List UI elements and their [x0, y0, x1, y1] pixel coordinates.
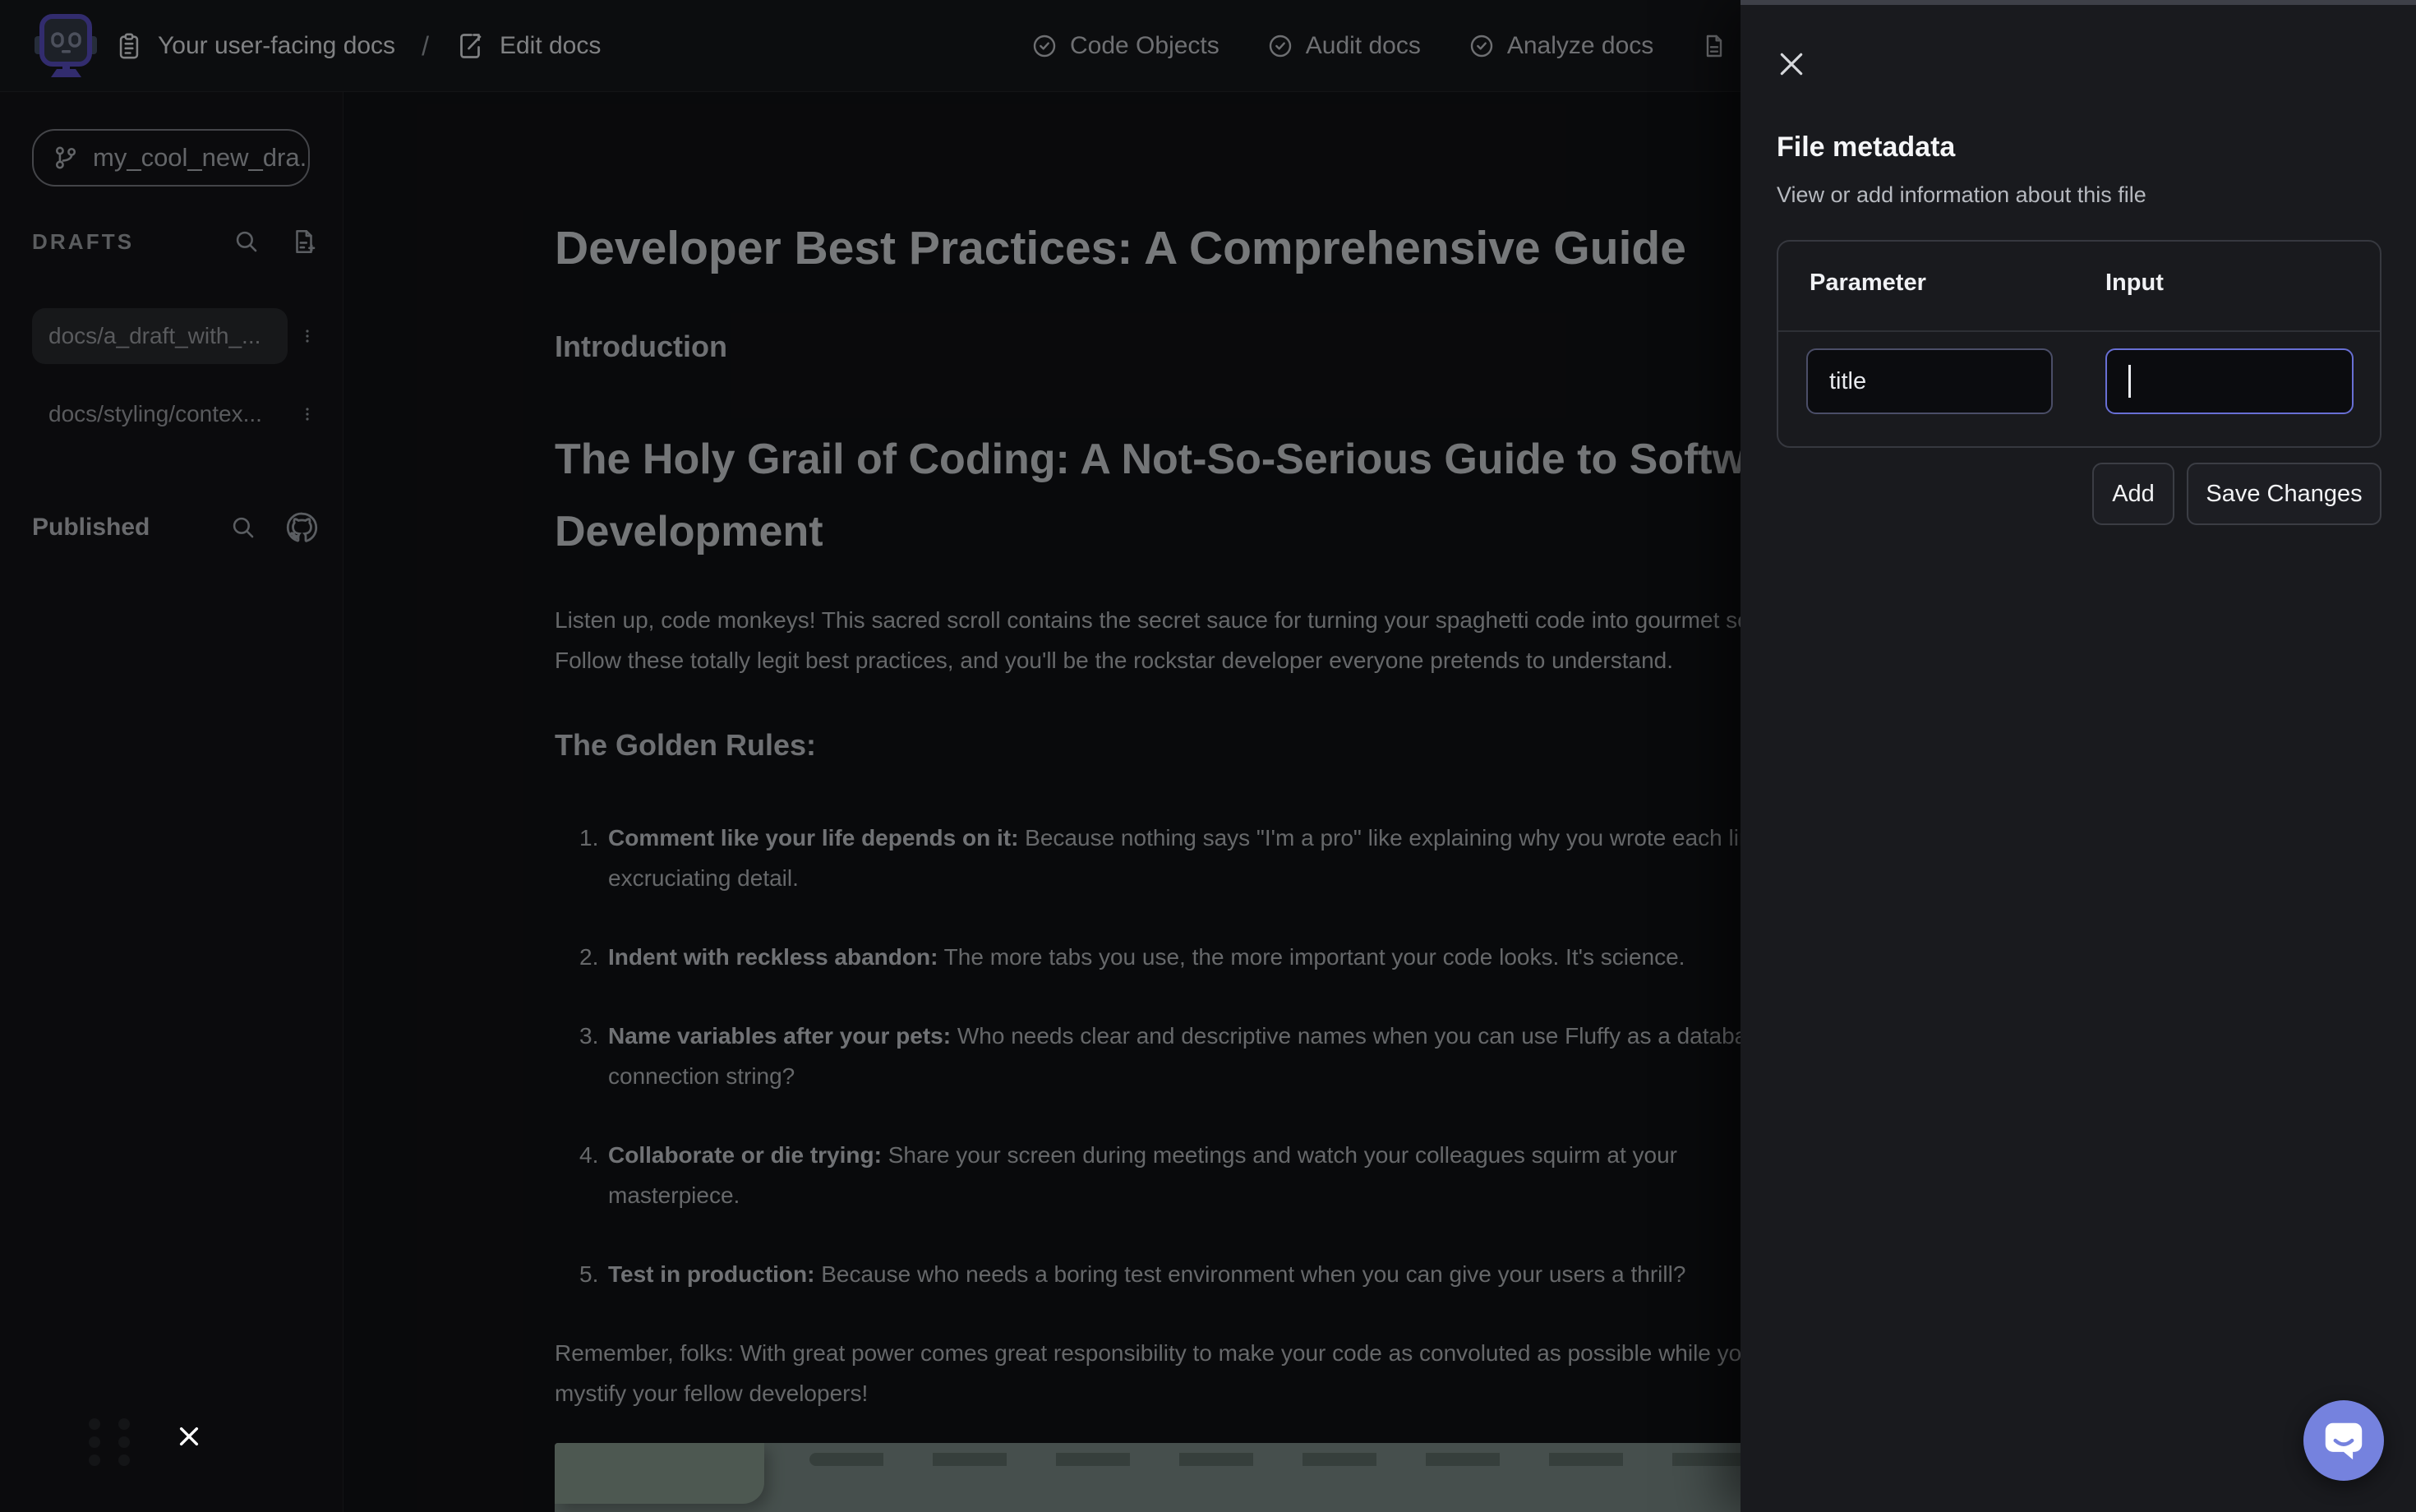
nav-analyze-docs[interactable]: Analyze docs: [1469, 32, 1653, 60]
chat-launcher-button[interactable]: [2303, 1400, 2384, 1481]
draft-item[interactable]: docs/styling/contex...: [32, 386, 317, 442]
chat-bubble-icon: [2322, 1420, 2365, 1461]
text-caret: [2128, 365, 2131, 398]
list-item-bold: Name variables after your pets:: [608, 1023, 951, 1049]
close-icon[interactable]: [1775, 48, 1808, 81]
list-number: 4.: [579, 1135, 598, 1175]
breadcrumb-separator: /: [422, 31, 429, 62]
metadata-table: Parameter Input title: [1777, 240, 2381, 448]
published-label: Published: [32, 514, 150, 542]
app-root: Your user-facing docs / Edit docs Code O…: [0, 0, 2416, 1512]
list-item-bold: Collaborate or die trying:: [608, 1142, 882, 1168]
drawer-top-highlight: [1741, 0, 2416, 5]
kebab-menu-icon[interactable]: [297, 325, 317, 347]
draft-item-name[interactable]: docs/a_draft_with_...: [32, 308, 288, 364]
clipboard-icon: [115, 32, 143, 60]
save-changes-button[interactable]: Save Changes: [2187, 463, 2381, 525]
parameter-value: title: [1829, 368, 1866, 395]
list-item-text: Who needs clear and descriptive names wh…: [951, 1023, 1772, 1049]
robot-logo-icon: [31, 12, 100, 81]
column-header-parameter: Parameter: [1810, 270, 1926, 297]
new-file-icon[interactable]: [290, 228, 318, 256]
list-item-bold: Test in production:: [608, 1261, 814, 1287]
breadcrumb: Your user-facing docs / Edit docs: [115, 0, 601, 92]
circle-check-icon: [1267, 33, 1293, 59]
add-button[interactable]: Add: [2092, 463, 2174, 525]
breadcrumb-docs[interactable]: Your user-facing docs: [158, 32, 395, 60]
kebab-menu-icon[interactable]: [297, 403, 317, 425]
list-number: 5.: [579, 1254, 598, 1294]
branch-selector-button[interactable]: my_cool_new_dra...: [32, 129, 310, 187]
draft-item-name[interactable]: docs/styling/contex...: [32, 386, 288, 442]
search-icon[interactable]: [229, 514, 257, 542]
nav-label: Code Objects: [1070, 32, 1220, 60]
nav-label: Audit docs: [1306, 32, 1421, 60]
draft-item-selected[interactable]: docs/a_draft_with_...: [32, 308, 317, 364]
drafts-label: DRAFTS: [32, 229, 134, 255]
list-number: 2.: [579, 937, 598, 977]
breadcrumb-edit-docs[interactable]: Edit docs: [500, 32, 601, 60]
nav-label: Analyze docs: [1507, 32, 1653, 60]
column-header-input: Input: [2105, 270, 2164, 297]
file-metadata-drawer: File metadata View or add information ab…: [1741, 0, 2416, 1512]
github-icon[interactable]: [285, 511, 318, 544]
parameter-input[interactable]: title: [1806, 348, 2053, 414]
file-icon: [1701, 33, 1727, 59]
screenshot-card: [555, 1443, 764, 1504]
nav-audit-docs[interactable]: Audit docs: [1267, 32, 1421, 60]
value-input-focused[interactable]: [2105, 348, 2354, 414]
list-item-text: Share your screen during meetings and wa…: [882, 1142, 1677, 1168]
table-header-divider: [1778, 330, 2380, 332]
list-item-bold: Indent with reckless abandon:: [608, 944, 938, 970]
widget-close-icon[interactable]: [176, 1423, 202, 1454]
edit-file-icon: [455, 31, 485, 61]
list-number: 1.: [579, 818, 598, 858]
git-branch-icon: [52, 144, 80, 172]
list-item-text: The more tabs you use, the more importan…: [938, 944, 1685, 970]
list-item-text: Because who needs a boring test environm…: [814, 1261, 1685, 1287]
list-number: 3.: [579, 1016, 598, 1056]
drafts-header: DRAFTS: [32, 228, 318, 256]
list-item-bold: Comment like your life depends on it:: [608, 825, 1018, 850]
drag-handle-icon[interactable]: [89, 1418, 130, 1466]
nav-code-objects[interactable]: Code Objects: [1031, 32, 1220, 60]
circle-check-icon: [1031, 33, 1058, 59]
published-header: Published: [32, 511, 318, 544]
list-item-text: Because nothing says "I'm a pro" like ex…: [1018, 825, 1788, 850]
search-icon[interactable]: [233, 228, 261, 256]
drawer-title: File metadata: [1777, 131, 1955, 164]
sidebar: my_cool_new_dra... DRAFTS docs/a_draft_w…: [0, 92, 343, 1512]
drawer-subtitle: View or add information about this file: [1777, 182, 2146, 208]
circle-check-icon: [1469, 33, 1495, 59]
branch-name: my_cool_new_dra...: [93, 143, 310, 173]
